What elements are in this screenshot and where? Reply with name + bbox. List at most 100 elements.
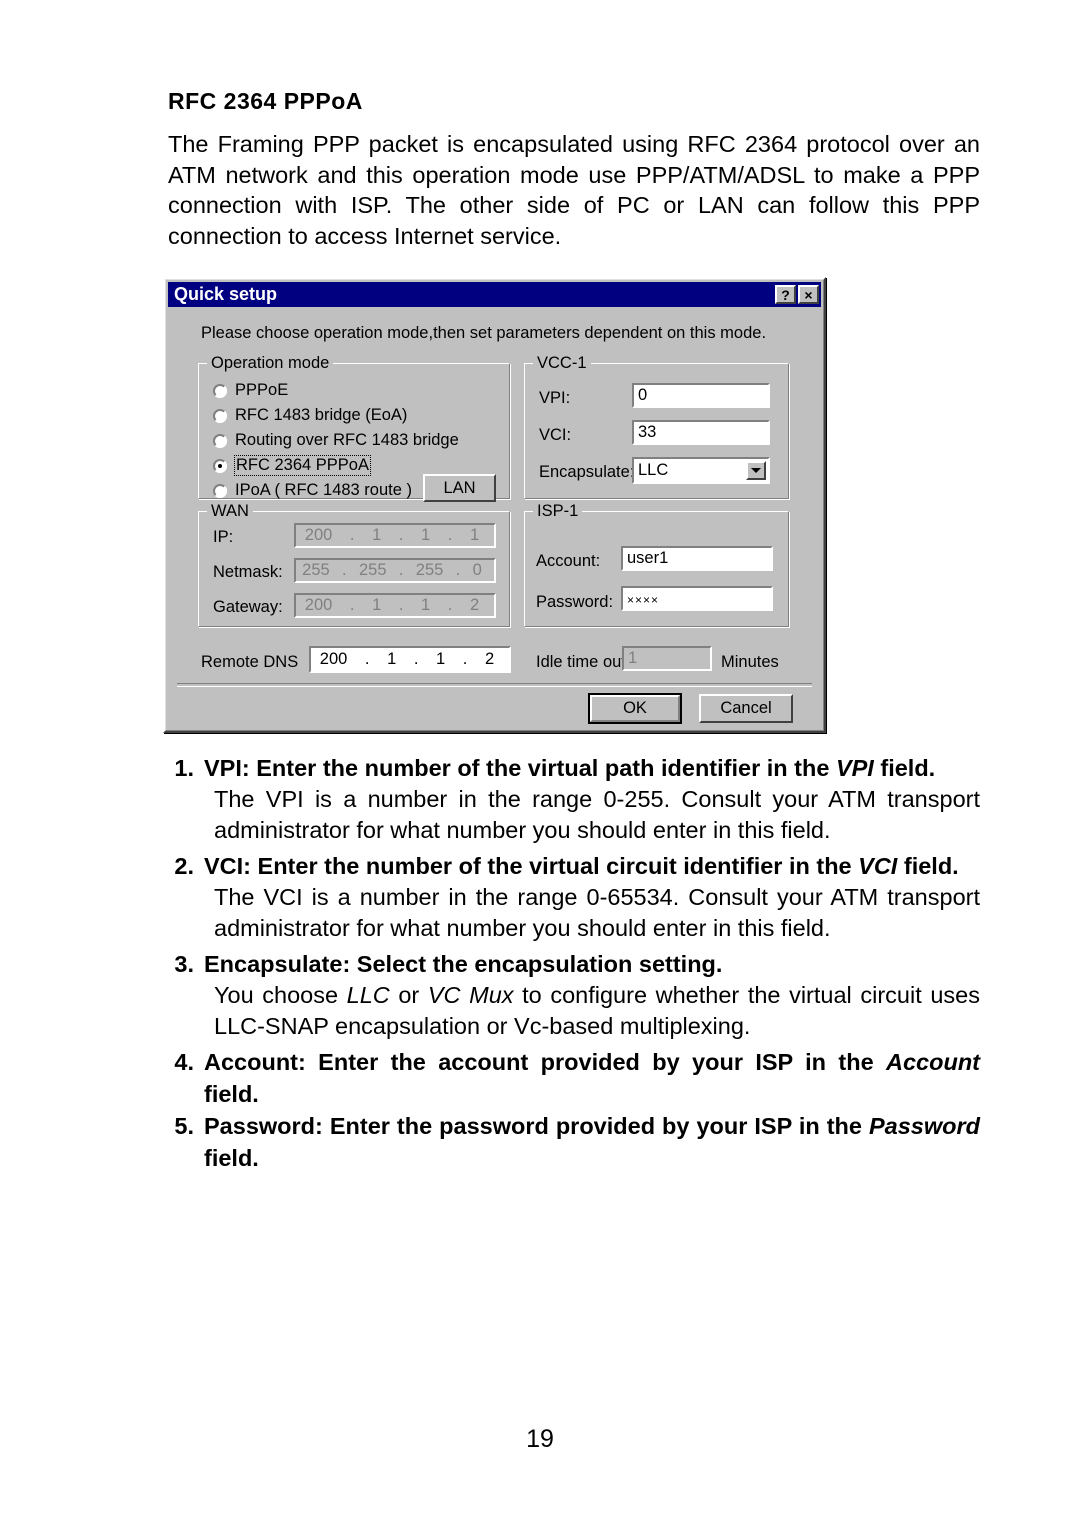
wan-gateway-octet-4: 2	[469, 596, 480, 614]
lan-button[interactable]: LAN	[423, 474, 496, 502]
vpi-input[interactable]: 0	[632, 383, 770, 408]
page-number: 19	[526, 1425, 554, 1453]
wan-netmask-octet-2: 255	[358, 561, 387, 579]
list-item-number: 4.	[174, 1049, 194, 1075]
wan-netmask-input: 255. 255. 255. 0	[294, 558, 496, 583]
radio-label: IPoA ( RFC 1483 route )	[235, 481, 412, 499]
operation-mode-legend: Operation mode	[207, 354, 334, 373]
radio-icon	[213, 383, 227, 398]
remote-dns-label: Remote DNS	[201, 653, 299, 671]
list-item-title: Encapsulate: Select the encapsulation se…	[204, 948, 980, 980]
list-item-title: VCI: Enter the number of the virtual cir…	[204, 850, 980, 882]
quick-setup-dialog: Quick setup ? × Please choose operation …	[163, 277, 826, 733]
list-item-explanation: The VCI is a number in the range 0-65534…	[214, 884, 980, 941]
footer-divider	[177, 683, 812, 687]
wan-netmask-octet-1: 255	[302, 561, 330, 579]
wan-netmask-label: Netmask:	[213, 563, 283, 581]
wan-ip-octet-3: 1	[421, 526, 431, 544]
radio-pppoe[interactable]: PPPoE	[213, 381, 288, 400]
title-pre: Account: Enter the account provided by y…	[204, 1049, 886, 1075]
remote-dns-input[interactable]: 200. 1. 1. 2	[309, 646, 511, 673]
password-input[interactable]: ××××	[621, 586, 773, 611]
idle-timeout-label: Idle time out	[536, 653, 626, 671]
list-item-explanation: The VPI is a number in the range 0-255. …	[214, 786, 980, 843]
title-post: field.	[204, 1145, 259, 1171]
intro-paragraph: The Framing PPP packet is encapsulated u…	[168, 131, 980, 249]
list-item: 4. Account: Enter the account provided b…	[168, 1046, 980, 1110]
wan-gateway-octet-2: 1	[372, 596, 382, 614]
cancel-button[interactable]: Cancel	[699, 694, 793, 723]
account-label: Account:	[536, 552, 601, 570]
title-pre: VCI: Enter the number of the virtual cir…	[204, 853, 859, 879]
wan-gateway-input: 200. 1. 1. 2	[294, 593, 496, 618]
title-post: field.	[204, 1081, 259, 1107]
wan-ip-input: 200. 1. 1. 1	[294, 523, 496, 548]
dot-separator: .	[349, 596, 355, 614]
dialog-titlebar[interactable]: Quick setup ? ×	[168, 282, 821, 307]
cancel-button-label: Cancel	[720, 699, 772, 717]
list-item-number: 3.	[174, 951, 194, 977]
dot-separator: .	[342, 561, 347, 579]
intro-section: RFC 2364 PPPoA The Framing PPP packet is…	[168, 88, 980, 251]
account-input[interactable]: user1	[621, 546, 773, 571]
list-item-number: 2.	[174, 853, 194, 879]
radio-rfc2364-pppoa[interactable]: RFC 2364 PPPoA	[213, 455, 371, 476]
wan-gateway-label: Gateway:	[213, 598, 283, 616]
lan-button-label: LAN	[443, 478, 476, 497]
radio-icon	[213, 433, 227, 448]
title-post: field.	[897, 853, 959, 879]
remote-dns-octet-4: 2	[484, 650, 495, 668]
explain-emphasis-2: VC Mux	[427, 982, 514, 1008]
idle-timeout-units: Minutes	[721, 653, 779, 671]
list-item-explanation: You choose LLC or VC Mux to configure wh…	[214, 980, 980, 1042]
remote-dns-octet-2: 1	[387, 650, 397, 668]
password-label: Password:	[536, 593, 614, 611]
wan-ip-octet-1: 200	[304, 526, 333, 544]
chevron-down-icon[interactable]	[746, 461, 766, 480]
radio-icon	[213, 483, 227, 498]
radio-label: RFC 1483 bridge (EoA)	[235, 406, 408, 424]
ok-button[interactable]: OK	[588, 693, 682, 724]
dot-separator: .	[447, 596, 453, 614]
title-emphasis: Account	[886, 1049, 980, 1075]
vci-input[interactable]: 33	[632, 420, 770, 445]
vci-label: VCI:	[539, 426, 572, 444]
title-emphasis: VCI	[858, 853, 898, 879]
dot-separator: .	[398, 526, 404, 544]
radio-rfc1483-bridge[interactable]: RFC 1483 bridge (EoA)	[213, 406, 407, 425]
help-icon[interactable]: ?	[775, 285, 796, 304]
title-pre: Encapsulate: Select the encapsulation se…	[204, 951, 723, 977]
password-value: ××××	[627, 592, 660, 607]
dialog-title: Quick setup	[174, 284, 278, 304]
radio-label: RFC 2364 PPPoA	[234, 455, 371, 476]
dot-separator: .	[398, 561, 404, 579]
vci-value: 33	[638, 423, 657, 441]
account-value: user1	[627, 549, 669, 567]
dot-separator: .	[349, 526, 355, 544]
isp1-legend: ISP-1	[533, 502, 583, 521]
wan-legend: WAN	[207, 502, 253, 521]
list-item: 5. Password: Enter the password provided…	[168, 1110, 980, 1174]
wan-netmask-octet-3: 255	[415, 561, 444, 579]
ok-button-label: OK	[590, 695, 680, 722]
list-item-title: Password: Enter the password provided by…	[204, 1110, 980, 1174]
close-icon[interactable]: ×	[798, 285, 819, 304]
dot-separator: .	[413, 650, 419, 668]
title-emphasis: Password	[868, 1113, 980, 1139]
dot-separator: .	[462, 650, 468, 668]
list-item-title: VPI: Enter the number of the virtual pat…	[204, 752, 980, 784]
explain-mid: or	[389, 982, 428, 1008]
dot-separator: .	[455, 561, 461, 579]
explain-pre: You choose	[214, 982, 347, 1008]
radio-ipoa-rfc1483-route[interactable]: IPoA ( RFC 1483 route )	[213, 481, 412, 500]
encapsulate-select[interactable]: LLC	[632, 457, 770, 484]
remote-dns-octet-1: 200	[319, 650, 348, 668]
encapsulate-label: Encapsulate:	[539, 463, 635, 481]
radio-routing-over-rfc1483[interactable]: Routing over RFC 1483 bridge	[213, 431, 459, 450]
list-item-title: Account: Enter the account provided by y…	[204, 1046, 980, 1110]
list-item-number: 1.	[174, 755, 194, 781]
title-pre: Password: Enter the password provided by…	[204, 1113, 869, 1139]
list-item: 3. Encapsulate: Select the encapsulation…	[168, 948, 980, 980]
list-item-number: 5.	[174, 1113, 194, 1139]
instruction-list: 1. VPI: Enter the number of the virtual …	[168, 752, 980, 1174]
